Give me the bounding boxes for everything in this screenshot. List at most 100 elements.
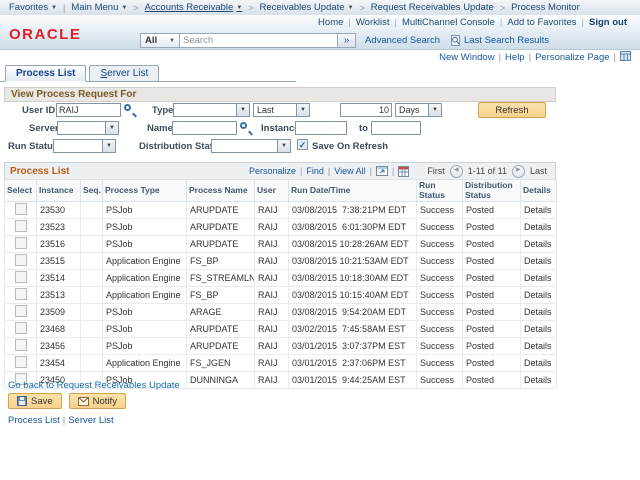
process-list-grid: Process List Personalize| Find| View All… <box>4 162 556 389</box>
notify-button[interactable]: Notify <box>69 393 126 409</box>
run-status-cell: Success <box>417 338 463 355</box>
run-status-cell: Success <box>417 321 463 338</box>
pagebar-link-personalize-page[interactable]: Personalize Page <box>535 52 609 63</box>
breadcrumb-item[interactable]: Accounts Receivable▼ <box>145 2 243 13</box>
search-scope-value: All <box>145 35 157 46</box>
details-link[interactable]: Details <box>521 270 557 287</box>
run-status-select[interactable]: ▼ <box>53 139 116 153</box>
row-checkbox[interactable] <box>15 220 27 232</box>
details-link[interactable]: Details <box>521 304 557 321</box>
details-link[interactable]: Details <box>521 253 557 270</box>
user-cell: RAIJ <box>255 355 289 372</box>
zoom-grid-icon[interactable] <box>376 166 388 176</box>
table-row: 23509 PSJob ARAGE RAIJ 03/08/2015 9:54:2… <box>5 304 557 321</box>
last-select[interactable]: Last▼ <box>253 103 310 117</box>
run-status-cell: Success <box>417 253 463 270</box>
pager-last-label[interactable]: Last <box>530 166 547 176</box>
advanced-search-link[interactable]: Advanced Search <box>365 35 440 46</box>
pager-first-label[interactable]: First <box>427 166 445 176</box>
instance-from-input[interactable] <box>295 121 347 135</box>
tab-process-list[interactable]: Process List <box>5 65 86 82</box>
pagebar-link-new-window[interactable]: New Window <box>439 52 494 63</box>
search-scope-dropdown[interactable]: All ▼ <box>140 33 180 48</box>
row-checkbox[interactable] <box>15 305 27 317</box>
pager-previous-icon[interactable]: ◀ <box>450 165 463 178</box>
run-datetime-cell: 03/08/2015 7:38:21PM EDT <box>289 202 417 219</box>
instance-cell: 23468 <box>37 321 81 338</box>
user-cell: RAIJ <box>255 372 289 389</box>
footer-link-process-list[interactable]: Process List <box>8 415 60 426</box>
name-input[interactable] <box>172 121 237 135</box>
breadcrumb-item[interactable]: Favorites▼ <box>9 2 57 13</box>
row-checkbox[interactable] <box>15 203 27 215</box>
table-row: 23456 PSJob ARUPDATE RAIJ 03/01/2015 3:0… <box>5 338 557 355</box>
days-unit-select[interactable]: Days▼ <box>395 103 442 117</box>
header-link-multichannel-console[interactable]: MultiChannel Console <box>402 17 495 28</box>
details-link[interactable]: Details <box>521 236 557 253</box>
oracle-logo: ORACLE <box>9 26 81 43</box>
details-link[interactable]: Details <box>521 202 557 219</box>
header-link-home[interactable]: Home <box>318 17 343 28</box>
details-link[interactable]: Details <box>521 372 557 389</box>
process-name-link[interactable]: ARUPDATE <box>187 338 255 355</box>
user-cell: RAIJ <box>255 236 289 253</box>
search-input[interactable] <box>180 33 338 48</box>
header-link-worklist[interactable]: Worklist <box>356 17 390 28</box>
process-name-link[interactable]: ARUPDATE <box>187 321 255 338</box>
user-id-input[interactable] <box>56 103 121 117</box>
save-on-refresh-checkbox[interactable]: ✓ <box>297 139 308 150</box>
breadcrumb-separator: > <box>248 3 253 13</box>
row-checkbox[interactable] <box>15 288 27 300</box>
go-back-link[interactable]: Go back to Request Receivables Update <box>8 380 180 391</box>
instance-cell: 23516 <box>37 236 81 253</box>
breadcrumb-item[interactable]: Process Monitor <box>511 2 580 13</box>
row-checkbox[interactable] <box>15 271 27 283</box>
distribution-status-select[interactable]: ▼ <box>211 139 291 153</box>
type-select[interactable]: ▼ <box>173 103 250 117</box>
process-name-link[interactable]: ARUPDATE <box>187 219 255 236</box>
personalize-page-grid-icon[interactable] <box>620 51 631 61</box>
row-checkbox[interactable] <box>15 339 27 351</box>
instance-to-input[interactable] <box>371 121 421 135</box>
chevron-down-icon: ▼ <box>102 140 115 152</box>
download-to-excel-icon[interactable] <box>398 166 409 177</box>
row-checkbox[interactable] <box>15 254 27 266</box>
sign-out-link[interactable]: Sign out <box>589 17 627 28</box>
refresh-button[interactable]: Refresh <box>478 102 546 118</box>
footer-link-server-list[interactable]: Server List <box>68 415 113 426</box>
breadcrumb-item[interactable]: Receivables Update▼ <box>260 2 354 13</box>
user-id-lookup-icon[interactable] <box>124 104 131 111</box>
days-count-input[interactable] <box>340 103 392 117</box>
last-search-results-icon <box>450 35 461 46</box>
pager-next-icon[interactable]: ▶ <box>512 165 525 178</box>
link-separator: | <box>582 17 584 28</box>
server-select[interactable]: ▼ <box>57 121 119 135</box>
pagebar-link-help[interactable]: Help <box>505 52 525 63</box>
process-name-link[interactable]: ARAGE <box>187 304 255 321</box>
name-lookup-icon[interactable] <box>240 122 247 129</box>
process-name-link[interactable]: ARUPDATE <box>187 202 255 219</box>
row-checkbox[interactable] <box>15 322 27 334</box>
row-checkbox[interactable] <box>15 237 27 249</box>
header-link-add-to-favorites[interactable]: Add to Favorites <box>507 17 576 28</box>
row-select-cell <box>5 236 37 253</box>
save-button[interactable]: Save <box>8 393 62 409</box>
process-type-cell: PSJob <box>103 236 187 253</box>
details-link[interactable]: Details <box>521 355 557 372</box>
process-name-link[interactable]: ARUPDATE <box>187 236 255 253</box>
personalize-link[interactable]: Personalize <box>249 166 296 176</box>
breadcrumb-item[interactable]: Main Menu▼ <box>71 2 127 13</box>
details-link[interactable]: Details <box>521 219 557 236</box>
process-name-link[interactable]: DUNNINGA <box>187 372 255 389</box>
row-checkbox[interactable] <box>15 356 27 368</box>
search-go-button[interactable]: » <box>338 33 356 48</box>
name-label: Name <box>147 123 173 134</box>
details-link[interactable]: Details <box>521 338 557 355</box>
details-link[interactable]: Details <box>521 321 557 338</box>
last-search-results-link[interactable]: Last Search Results <box>464 35 549 46</box>
tab-server-list[interactable]: Server List <box>89 65 159 81</box>
find-link[interactable]: Find <box>306 166 324 176</box>
breadcrumb-item[interactable]: Request Receivables Update <box>371 2 494 13</box>
view-all-link[interactable]: View All <box>334 166 365 176</box>
details-link[interactable]: Details <box>521 287 557 304</box>
